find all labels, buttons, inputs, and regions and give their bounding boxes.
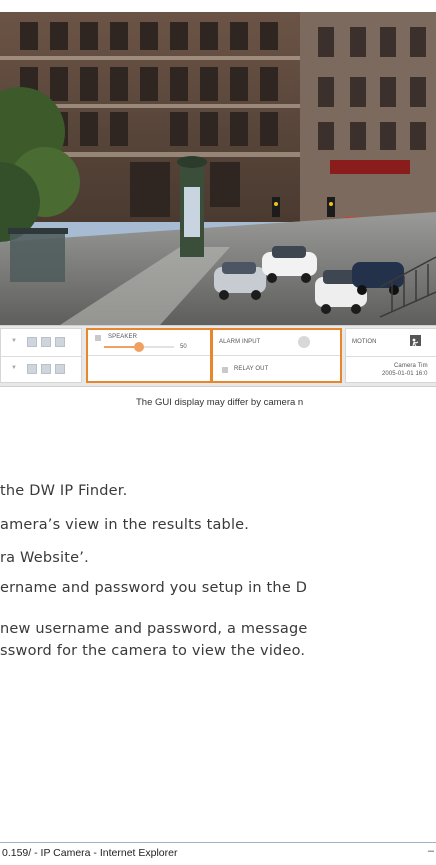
stream-button-2[interactable]: [41, 337, 51, 347]
step-line-6: ssword for the camera to view the video.: [0, 643, 306, 659]
motion-person-icon: [410, 335, 421, 347]
motion-label: MOTION: [352, 339, 377, 345]
alarm-input-label: ALARM INPUT: [219, 339, 261, 345]
camera-time-label: Camera Tim: [394, 363, 428, 369]
camera-time-value: 2005-01-01 16:0: [382, 371, 428, 377]
step-line-3: ra Website’.: [0, 550, 89, 566]
stream-button-5[interactable]: [41, 364, 51, 374]
alarm-panel: ALARM INPUT RELAY OUT: [211, 328, 342, 383]
stream-button-1[interactable]: [27, 337, 37, 347]
stream-control-panel: ▼ ▼: [0, 328, 82, 383]
alarm-indicator-icon: [298, 336, 310, 348]
browser-title-bar: 0.159/ - IP Camera - Internet Explorer –: [0, 842, 436, 865]
stream-button-6[interactable]: [55, 364, 65, 374]
motion-panel: MOTION Camera Tim 2005-01-01 16:0: [345, 328, 436, 383]
browser-window-title: 0.159/ - IP Camera - Internet Explorer: [2, 847, 178, 859]
dropdown-arrow-icon[interactable]: ▼: [11, 365, 17, 371]
street-scene-image: [0, 12, 436, 325]
camera-live-view: [0, 12, 436, 325]
speaker-slider-knob[interactable]: [134, 342, 144, 352]
speaker-slider-track[interactable]: [104, 342, 174, 352]
stream-button-4[interactable]: [27, 364, 37, 374]
minimize-button[interactable]: –: [428, 845, 434, 857]
step-line-1: the DW IP Finder.: [0, 483, 128, 499]
relay-out-label: RELAY OUT: [234, 366, 269, 372]
dropdown-arrow-icon[interactable]: ▼: [11, 338, 17, 344]
gui-caption: The GUI display may differ by camera n: [136, 397, 304, 408]
speaker-label: SPEAKER: [108, 334, 138, 340]
stream-button-3[interactable]: [55, 337, 65, 347]
speaker-panel: SPEAKER 50: [86, 328, 212, 383]
step-line-4: ername and password you setup in the D: [0, 580, 308, 596]
relay-out-checkbox[interactable]: [222, 367, 228, 373]
control-strip: ▼ ▼ SPEAKER 50 ALARM INPUT RELAY OUT MOT…: [0, 325, 436, 387]
speaker-checkbox[interactable]: [95, 335, 101, 341]
speaker-value: 50: [180, 344, 187, 350]
step-line-2: amera’s view in the results table.: [0, 517, 250, 533]
step-line-5: new username and password, a message: [0, 621, 308, 637]
